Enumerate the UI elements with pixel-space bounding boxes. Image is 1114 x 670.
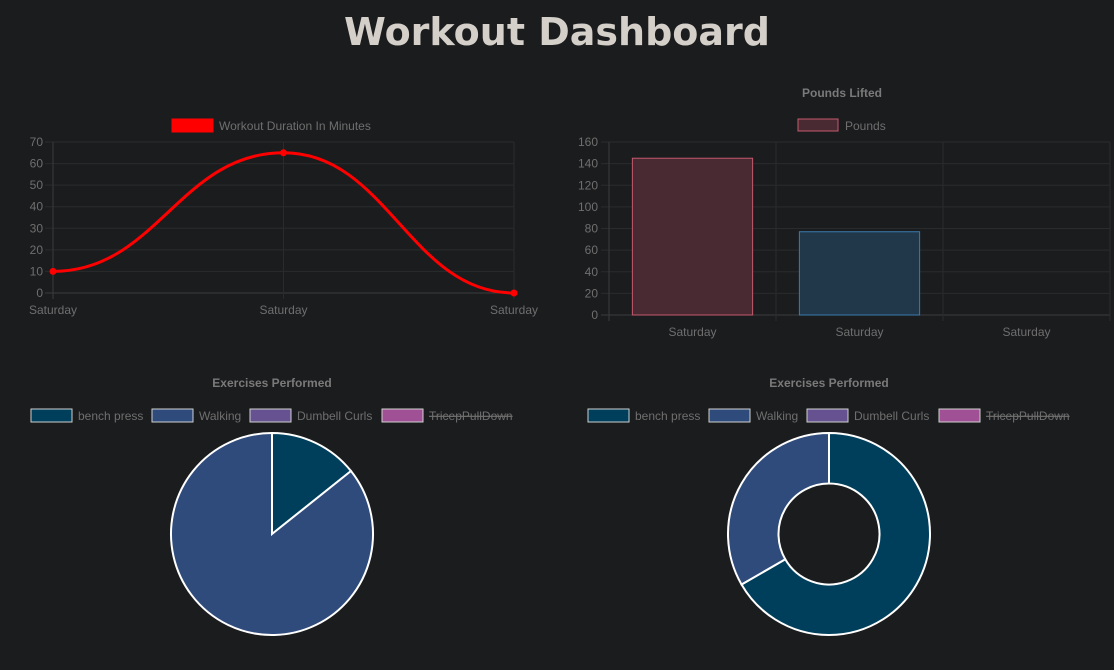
x-tick-label: Saturday [29, 303, 77, 317]
legend-label-walking[interactable]: Walking [756, 409, 798, 423]
y-tick-label: 40 [585, 265, 599, 279]
legend-label-triceppulldown[interactable]: TricepPullDown [429, 409, 513, 423]
legend-swatch-bench-press[interactable] [30, 408, 73, 423]
legend-label-bench-press[interactable]: bench press [635, 409, 700, 423]
x-tick-label: Saturday [1002, 325, 1050, 339]
y-tick-label: 40 [30, 200, 44, 214]
duration-data-point[interactable] [49, 267, 57, 275]
exercises-chart-title: Exercises Performed [212, 376, 331, 390]
pounds-bar-chart: Pounds Lifted Pounds 0 20 40 60 80 100 120 140 160… [578, 86, 1111, 339]
exercises-pie-chart: Exercises Performed bench press Walking Dum… [30, 376, 513, 636]
y-tick-label: 20 [30, 243, 44, 257]
y-tick-label: 70 [30, 135, 44, 149]
duration-chart-panel: Workout Duration In Minutes 0 10 20 30 40 50 60… [0, 80, 557, 330]
exercises-doughnut-chart: Exercises Performed bench press Walking Dum… [587, 376, 1070, 636]
legend-label-dumbell-curls[interactable]: Dumbell Curls [854, 409, 929, 423]
y-tick-label: 120 [578, 178, 598, 192]
legend-label-walking[interactable]: Walking [199, 409, 241, 423]
x-tick-label: Saturday [490, 303, 538, 317]
legend-label-bench-press[interactable]: bench press [78, 409, 143, 423]
page-title: Workout Dashboard [344, 10, 770, 54]
line-legend: Workout Duration In Minutes [171, 118, 371, 133]
legend-swatch-pounds[interactable] [797, 118, 839, 132]
slice-walking[interactable] [727, 431, 830, 586]
x-tick-label: Saturday [259, 303, 307, 317]
duration-data-point[interactable] [510, 289, 518, 297]
exercises-pie-panel: Exercises Performed bench press Walking Dum… [0, 365, 557, 665]
legend-swatch-dumbell-curls[interactable] [249, 408, 292, 423]
duration-data-point[interactable] [280, 149, 287, 157]
pounds-bar[interactable] [798, 231, 921, 316]
y-tick-label: 50 [30, 178, 44, 192]
bar-chart-title: Pounds Lifted [802, 86, 882, 100]
legend-swatch-duration[interactable] [171, 118, 214, 133]
legend-label-triceppulldown[interactable]: TricepPullDown [986, 409, 1070, 423]
legend-swatch-walking[interactable] [708, 408, 751, 423]
y-tick-label: 80 [585, 222, 599, 236]
legend-swatch-triceppulldown[interactable] [381, 408, 424, 423]
y-tick-label: 10 [30, 264, 44, 278]
exercises-doughnut-panel: Exercises Performed bench press Walking Dum… [557, 365, 1114, 665]
legend-swatch-dumbell-curls[interactable] [806, 408, 849, 423]
legend-swatch-bench-press[interactable] [587, 408, 630, 423]
legend-label-pounds[interactable]: Pounds [845, 119, 886, 133]
y-tick-label: 20 [585, 286, 599, 300]
y-tick-label: 160 [578, 135, 598, 149]
y-tick-label: 60 [30, 157, 44, 171]
exercises-legend: bench press Walking Dumbell Curls TricepPul… [30, 408, 513, 423]
pounds-bar[interactable] [631, 157, 754, 316]
x-tick-label: Saturday [668, 325, 716, 339]
pounds-chart-panel: Pounds Lifted Pounds 0 20 40 60 80 100 120 140 160… [557, 80, 1114, 350]
legend-label-duration[interactable]: Workout Duration In Minutes [219, 119, 371, 133]
exercises-chart-title: Exercises Performed [769, 376, 888, 390]
y-tick-label: 100 [578, 200, 598, 214]
x-tick-label: Saturday [835, 325, 883, 339]
y-tick-label: 0 [591, 308, 598, 322]
legend-swatch-triceppulldown[interactable] [938, 408, 981, 423]
exercises-legend: bench press Walking Dumbell Curls TricepPul… [587, 408, 1070, 423]
y-tick-label: 0 [36, 286, 43, 300]
y-tick-label: 60 [585, 243, 599, 257]
y-tick-label: 140 [578, 157, 598, 171]
duration-line-chart: Workout Duration In Minutes 0 10 20 30 40 50 60… [29, 118, 538, 317]
bar-legend: Pounds [797, 118, 886, 133]
y-tick-label: 30 [30, 221, 44, 235]
legend-label-dumbell-curls[interactable]: Dumbell Curls [297, 409, 372, 423]
legend-swatch-walking[interactable] [151, 408, 194, 423]
